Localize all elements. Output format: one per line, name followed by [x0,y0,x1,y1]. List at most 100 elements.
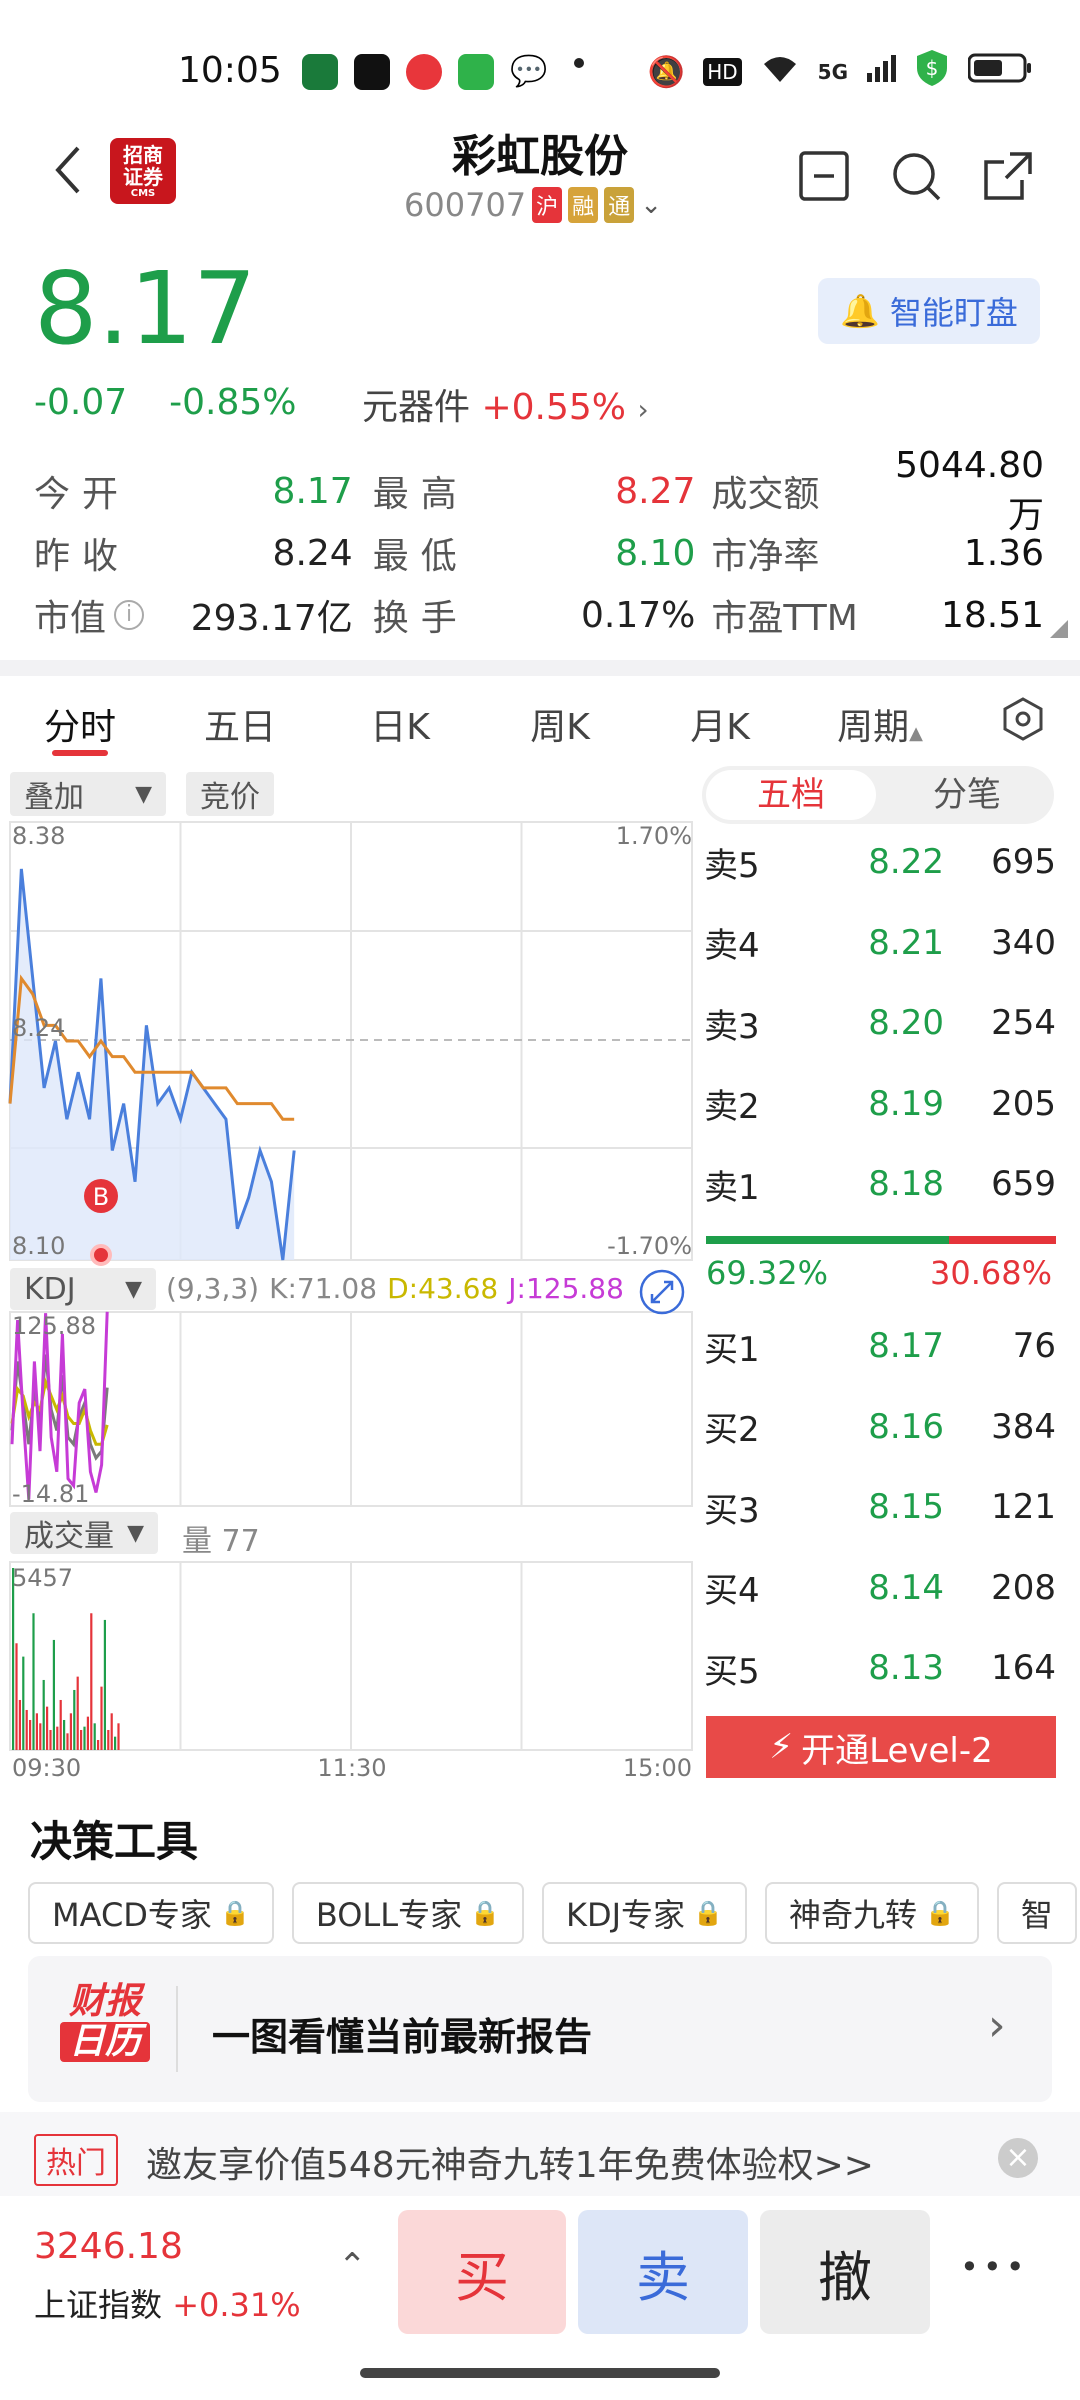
order-price: 8.19 [868,1083,944,1124]
last-price: 8.17 [34,250,257,367]
auction-toggle[interactable]: 竞价 [186,772,274,816]
home-indicator [360,2368,720,2378]
sector-change: +0.55% [481,387,626,428]
order-level-label: 买5 [704,1651,760,1692]
volume-bar [103,1619,106,1750]
tab-intraday[interactable]: 分时 [0,690,160,758]
price-change: -0.07 [34,382,128,423]
expand-icon [639,1269,685,1315]
lock-icon: 🔒 [470,1899,500,1927]
financial-report-banner[interactable]: 财报 日历 一图看懂当前最新报告 › [28,1956,1052,2102]
order-level-label: 卖5 [704,845,760,886]
sector-link[interactable]: 元器件 +0.55% › [362,378,649,430]
info-icon[interactable]: i [114,600,145,630]
tab-daily-k[interactable]: 日K [320,690,480,758]
overlay-dropdown[interactable]: 叠加 ▼ [10,772,166,816]
level2-button[interactable]: ⚡ 开通Level-2 [706,1716,1056,1778]
order-book-row[interactable]: 卖5 8.22 695 [704,822,1056,902]
smart-watch-button[interactable]: 🔔 智能盯盘 [818,278,1040,344]
tab-weekly-k[interactable]: 周K [480,690,640,758]
volume-bar [97,1739,100,1750]
order-book-row[interactable]: 买1 8.17 76 [704,1306,1056,1386]
volume-bar [107,1729,110,1750]
volume-bar [117,1723,120,1750]
volume-bar [69,1713,72,1750]
indicator-dropdown[interactable]: KDJ ▼ [10,1268,156,1310]
share-button[interactable] [980,150,1036,206]
order-book-row[interactable]: 卖1 8.18 659 [704,1144,1056,1224]
order-price: 8.18 [868,1164,944,1204]
index-info[interactable]: 上证指数 +0.31% [34,2280,301,2326]
order-book-row[interactable]: 卖3 8.20 254 [704,983,1056,1063]
minus-square-button[interactable] [796,150,852,206]
tool-macd[interactable]: MACD专家 🔒 [28,1882,274,1944]
more-button[interactable]: ••• [960,2248,1029,2286]
order-book-row[interactable]: 卖2 8.19 205 [704,1064,1056,1144]
order-book-row[interactable]: 买5 8.13 164 [704,1628,1056,1708]
order-level-label: 卖2 [704,1087,760,1127]
minus-square-icon [799,151,849,201]
volume-bar [90,1613,93,1750]
close-icon[interactable]: × [998,2138,1038,2178]
index-value[interactable]: 3246.18 [34,2226,183,2267]
stat-label: 最高 [372,474,469,515]
volume-dropdown[interactable]: 成交量 ▼ [10,1512,158,1554]
stock-code-row[interactable]: 600707 沪 融 通 ⌄ [404,186,662,224]
cancel-order-button[interactable]: 撤 [760,2210,930,2334]
tool-boll[interactable]: BOLL专家 🔒 [291,1882,524,1944]
tab-period[interactable]: 周期▲ [800,690,960,758]
tool-kdj[interactable]: KDJ专家 🔒 [541,1882,747,1944]
order-price: 8.20 [868,1003,944,1043]
tab-monthly-k[interactable]: 月K [640,690,800,758]
lock-icon: 🔒 [219,1899,250,1927]
kdj-label-bottom: -14.81 [12,1480,89,1508]
tab-five-day[interactable]: 五日 [160,690,320,758]
mcap-label-wrap[interactable]: 市值 i [34,589,154,641]
order-book-row[interactable]: 买2 8.16 384 [704,1387,1056,1467]
tool-nine-turns[interactable]: 神奇九转 🔒 [764,1882,979,1944]
volume-bar [63,1719,66,1750]
stat-pe: 18.51 [940,594,1045,636]
volume-bar [32,1613,35,1750]
y-axis-label-top: 8.38 [12,822,65,850]
price-change-pct: -0.85% [169,382,297,423]
chevron-up-icon[interactable]: ⌃ [338,2246,367,2286]
kdj-values: (9,3,3) K:71.08 D:43.68 J:125.88 [166,1272,624,1305]
app-green-icon [458,54,494,90]
volume-bar [80,1729,83,1750]
volume-bar [114,1736,117,1750]
kdj-d-label: D: [387,1272,419,1305]
settings-button[interactable] [1000,696,1046,746]
tab-ticks[interactable]: 分笔 [882,770,1052,820]
expand-corner-icon[interactable] [1050,620,1068,638]
chart-tabs: 分时 五日 日K 周K 月K 周期▲ [0,690,1080,758]
volume-bar [100,1686,103,1750]
search-button[interactable] [888,150,944,206]
tool-label: 神奇九转 [788,1896,917,1934]
stats-grid: 今开 8.17 最高 8.27 成交额 5044.80万 昨收 8.24 最低 … [34,445,1045,646]
chevron-right-icon: › [637,393,649,426]
index-name: 上证指数 [34,2286,163,2324]
tab-five-levels[interactable]: 五档 [706,770,876,820]
sell-button[interactable]: 卖 [578,2210,748,2334]
stat-label: 市值 [34,598,107,639]
kdj-params: (9,3,3) [166,1272,260,1305]
hot-tag: 热门 [34,2134,118,2186]
order-book-row[interactable]: 买4 8.14 208 [704,1548,1056,1628]
order-volume: 384 [991,1406,1056,1447]
buy-ratio-fill [706,1236,949,1244]
fullscreen-button[interactable] [638,1268,686,1320]
order-level-label: 买4 [704,1571,760,1611]
tools-row: MACD专家 🔒 BOLL专家 🔒 KDJ专家 🔒 神奇九转 🔒 智 [28,1882,1077,1944]
status-bar: 10:05 💬 🔕 HD 5G $ [0,0,1080,140]
tool-more[interactable]: 智 [996,1882,1077,1944]
kdj-k-value: 71.08 [296,1272,378,1305]
buy-button[interactable]: 买 [398,2210,566,2334]
promo-text[interactable]: 邀友享价值548元神奇九转1年免费体验权>> [146,2136,874,2188]
stats-row-1: 今开 8.17 最高 8.27 成交额 5044.80万 [34,445,1044,536]
order-book-row[interactable]: 卖4 8.21 340 [704,903,1056,983]
buy-marker-label: B [93,1183,109,1211]
kdj-j-value: 125.88 [525,1272,624,1305]
x-axis-label-noon: 11:30 [317,1754,386,1782]
order-book-row[interactable]: 买3 8.15 121 [704,1467,1056,1547]
